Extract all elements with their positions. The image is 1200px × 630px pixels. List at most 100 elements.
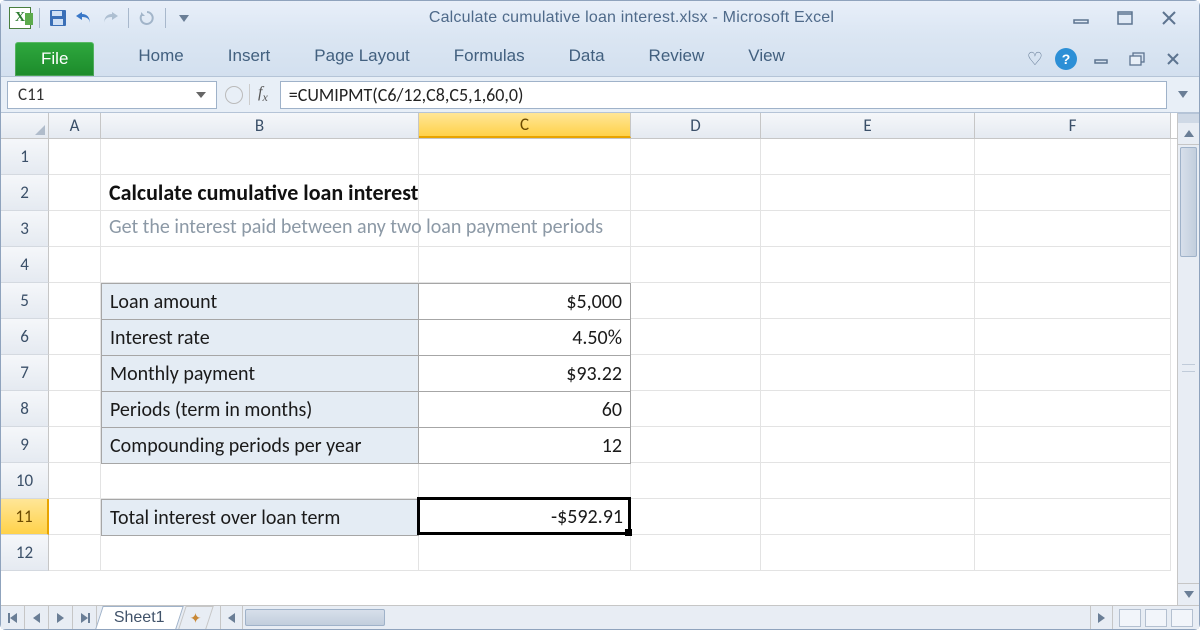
col-header-A[interactable]: A bbox=[49, 113, 101, 138]
tab-page-layout[interactable]: Page Layout bbox=[292, 38, 431, 76]
help-icon[interactable]: ? bbox=[1055, 48, 1077, 70]
close-button[interactable] bbox=[1157, 9, 1181, 27]
row-header-11[interactable]: 11 bbox=[1, 499, 49, 535]
vertical-scrollbar[interactable] bbox=[1177, 113, 1199, 605]
file-tab[interactable]: File bbox=[15, 42, 94, 76]
col-header-E[interactable]: E bbox=[761, 113, 975, 138]
cell-B8[interactable]: Periods (term in months) bbox=[101, 391, 419, 428]
tab-review[interactable]: Review bbox=[627, 38, 727, 76]
undo-icon[interactable] bbox=[74, 8, 94, 28]
row-header-12[interactable]: 12 bbox=[1, 535, 49, 571]
col-header-F[interactable]: F bbox=[975, 113, 1171, 138]
cell-C7[interactable]: $93.22 bbox=[418, 355, 631, 392]
row-header-7[interactable]: 7 bbox=[1, 355, 49, 391]
row-header-2[interactable]: 2 bbox=[1, 175, 49, 211]
refresh-icon[interactable] bbox=[137, 8, 157, 28]
vscroll-thumb[interactable] bbox=[1180, 147, 1197, 257]
cell-C9[interactable]: 12 bbox=[418, 427, 631, 464]
hscroll-thumb[interactable] bbox=[245, 609, 385, 626]
tab-view[interactable]: View bbox=[726, 38, 807, 76]
cell-C6[interactable]: 4.50% bbox=[418, 319, 631, 356]
qat-divider-2 bbox=[128, 8, 129, 28]
workbook-close-button[interactable] bbox=[1161, 50, 1185, 68]
window-title: Calculate cumulative loan interest.xlsx … bbox=[194, 9, 1069, 27]
grid[interactable]: A B C D E F 123456789101112 Calculate cu… bbox=[1, 113, 1177, 605]
vscroll-track[interactable] bbox=[1178, 145, 1199, 583]
redo-icon[interactable] bbox=[100, 8, 120, 28]
save-icon[interactable] bbox=[48, 8, 68, 28]
view-normal-icon[interactable] bbox=[1119, 609, 1141, 627]
view-page-break-icon[interactable] bbox=[1171, 609, 1193, 627]
sheet-nav-last[interactable] bbox=[73, 606, 97, 629]
vscroll-split-handle[interactable] bbox=[1178, 113, 1199, 123]
new-sheet-icon: ✦ bbox=[190, 610, 202, 627]
sheet-tab-sheet1[interactable]: Sheet1 bbox=[95, 606, 183, 629]
col-header-B[interactable]: B bbox=[101, 113, 419, 138]
row-header-9[interactable]: 9 bbox=[1, 427, 49, 463]
name-box[interactable]: C11 bbox=[7, 81, 217, 109]
formula-bar: C11 fx =CUMIPMT(C6/12,C8,C5,1,60,0) bbox=[1, 77, 1199, 113]
tab-home[interactable]: Home bbox=[116, 38, 205, 76]
insert-function-icon[interactable]: fx bbox=[249, 84, 272, 105]
cell-B5[interactable]: Loan amount bbox=[101, 283, 419, 320]
view-page-layout-icon[interactable] bbox=[1145, 609, 1167, 627]
row-header-8[interactable]: 8 bbox=[1, 391, 49, 427]
maximize-button[interactable] bbox=[1113, 9, 1137, 27]
cell-B9[interactable]: Compounding periods per year bbox=[101, 427, 419, 464]
row-10: 10 bbox=[1, 463, 1177, 499]
new-sheet-button[interactable]: ✦ bbox=[178, 606, 213, 629]
col-header-C[interactable]: C bbox=[419, 113, 631, 138]
cell-C8[interactable]: 60 bbox=[418, 391, 631, 428]
row-header-3[interactable]: 3 bbox=[1, 211, 49, 247]
formula-text: =CUMIPMT(C6/12,C8,C5,1,60,0) bbox=[289, 84, 524, 106]
row-12: 12 bbox=[1, 535, 1177, 571]
hscroll-track[interactable] bbox=[243, 606, 1090, 629]
row-header-1[interactable]: 1 bbox=[1, 139, 49, 175]
workbook-restore-button[interactable] bbox=[1125, 50, 1149, 68]
col-header-D[interactable]: D bbox=[631, 113, 761, 138]
workbook-minimize-button[interactable] bbox=[1089, 50, 1113, 68]
excel-logo-icon[interactable]: X bbox=[9, 7, 31, 29]
vscroll-down-button[interactable] bbox=[1178, 583, 1199, 605]
qat-divider-3 bbox=[165, 8, 166, 28]
cell-C5[interactable]: $5,000 bbox=[418, 283, 631, 320]
sheet-nav-next[interactable] bbox=[49, 606, 73, 629]
expand-formula-bar-icon[interactable] bbox=[1173, 91, 1193, 98]
horizontal-scrollbar[interactable] bbox=[220, 606, 1112, 629]
tab-insert[interactable]: Insert bbox=[206, 38, 293, 76]
worksheet-area: A B C D E F 123456789101112 Calculate cu… bbox=[1, 113, 1199, 605]
sheet-tab-bar: Sheet1 ✦ bbox=[1, 605, 1199, 629]
row-2: 2 bbox=[1, 175, 1177, 211]
tab-formulas[interactable]: Formulas bbox=[432, 38, 547, 76]
cancel-formula-icon[interactable] bbox=[225, 86, 243, 104]
sheet-nav-prev[interactable] bbox=[25, 606, 49, 629]
sheet-nav-buttons bbox=[1, 606, 97, 629]
hscroll-right-button[interactable] bbox=[1090, 606, 1112, 629]
formula-input[interactable]: =CUMIPMT(C6/12,C8,C5,1,60,0) bbox=[280, 81, 1167, 109]
row-header-6[interactable]: 6 bbox=[1, 319, 49, 355]
qat-customize-icon[interactable] bbox=[174, 8, 194, 28]
quick-access-toolbar: X bbox=[9, 7, 194, 29]
vscroll-mid-mark bbox=[1182, 364, 1195, 372]
minimize-button[interactable] bbox=[1069, 9, 1093, 27]
row-header-10[interactable]: 10 bbox=[1, 463, 49, 499]
name-box-value: C11 bbox=[18, 84, 44, 105]
ribbon-minimize-icon[interactable]: ♡ bbox=[1027, 49, 1043, 70]
select-all-corner[interactable] bbox=[1, 113, 49, 138]
name-box-dropdown-icon[interactable] bbox=[196, 92, 206, 98]
excel-window: X Calculate cumulative loan interest.xls… bbox=[0, 0, 1200, 630]
sheet-nav-first[interactable] bbox=[1, 606, 25, 629]
row-3: 3 bbox=[1, 211, 1177, 247]
column-headers: A B C D E F bbox=[1, 113, 1177, 139]
tab-data[interactable]: Data bbox=[547, 38, 627, 76]
vscroll-up-button[interactable] bbox=[1178, 123, 1199, 145]
sheet-tab-label: Sheet1 bbox=[114, 609, 165, 627]
row-header-4[interactable]: 4 bbox=[1, 247, 49, 283]
hscroll-left-button[interactable] bbox=[221, 606, 243, 629]
window-controls bbox=[1069, 9, 1191, 27]
cell-B7[interactable]: Monthly payment bbox=[101, 355, 419, 392]
cell-B6[interactable]: Interest rate bbox=[101, 319, 419, 356]
cell-C11[interactable]: -$592.91 bbox=[419, 499, 631, 535]
cell-B11[interactable]: Total interest over loan term bbox=[101, 499, 419, 536]
row-header-5[interactable]: 5 bbox=[1, 283, 49, 319]
